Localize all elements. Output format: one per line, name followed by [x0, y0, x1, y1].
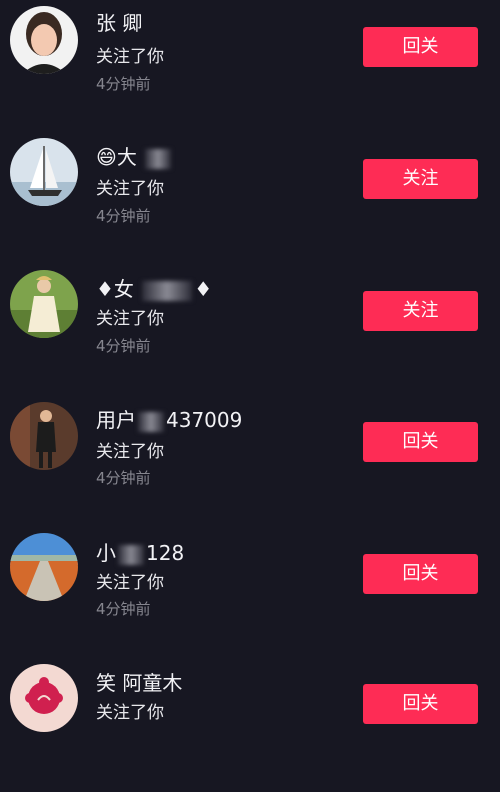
timestamp: 4分钟前: [96, 207, 151, 225]
follower-row[interactable]: 😄大 关注了你 4分钟前 关注: [0, 132, 500, 264]
avatar[interactable]: [10, 6, 78, 74]
follow-status: 关注了你: [96, 47, 164, 67]
timestamp: 4分钟前: [96, 600, 151, 618]
follower-name[interactable]: 笑 阿童木: [96, 667, 182, 696]
timestamp: 4分钟前: [96, 469, 151, 487]
follow-back-button[interactable]: 回关: [363, 422, 478, 462]
follower-row[interactable]: 用户 437009 关注了你 4分钟前 回关: [0, 396, 500, 528]
avatar[interactable]: [10, 270, 78, 338]
follow-status: 关注了你: [96, 573, 164, 593]
follow-status: 关注了你: [96, 703, 164, 723]
avatar[interactable]: [10, 533, 78, 601]
follower-row[interactable]: 小 128 关注了你 4分钟前 回关: [0, 528, 500, 660]
avatar[interactable]: [10, 664, 78, 732]
follow-status: 关注了你: [96, 309, 164, 329]
timestamp: 4分钟前: [96, 337, 151, 355]
avatar[interactable]: [10, 402, 78, 470]
follower-name[interactable]: 😄大: [96, 141, 173, 170]
follower-name[interactable]: 张 卿: [96, 7, 142, 36]
follow-status: 关注了你: [96, 442, 164, 462]
blurred-text: [118, 544, 144, 565]
follower-row[interactable]: 笑 阿童木 关注了你 回关: [0, 660, 500, 792]
follower-name[interactable]: 用户 437009: [96, 404, 242, 433]
follow-status: 关注了你: [96, 179, 164, 199]
blurred-text: [138, 411, 164, 432]
followers-list: 张 卿 关注了你 4分钟前 回关 😄大 关注了你 4分钟前 关注 ♦女 ♦ 关注…: [0, 0, 500, 732]
avatar[interactable]: [10, 138, 78, 206]
follow-back-button[interactable]: 回关: [363, 27, 478, 67]
follow-back-button[interactable]: 回关: [363, 684, 478, 724]
follower-name[interactable]: ♦女 ♦: [96, 273, 212, 302]
follow-button[interactable]: 关注: [363, 291, 478, 331]
follower-row[interactable]: ♦女 ♦ 关注了你 4分钟前 关注: [0, 264, 500, 396]
follower-row[interactable]: 张 卿 关注了你 4分钟前 回关: [0, 0, 500, 132]
blurred-text: [145, 148, 172, 169]
blurred-text: [142, 280, 193, 301]
timestamp: 4分钟前: [96, 75, 151, 93]
follow-back-button[interactable]: 回关: [363, 554, 478, 594]
follower-name[interactable]: 小 128: [96, 537, 184, 566]
follow-button[interactable]: 关注: [363, 159, 478, 199]
